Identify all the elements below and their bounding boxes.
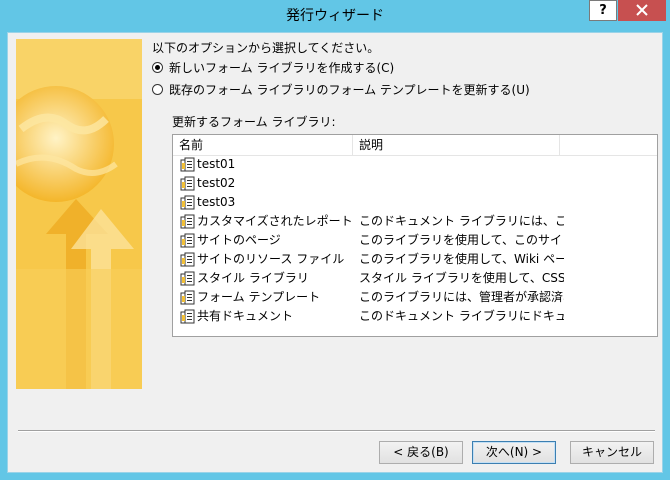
option-update-existing-label: 既存のフォーム ライブラリのフォーム テンプレートを更新する(U): [169, 82, 530, 97]
row-description: このドキュメント ライブラリにドキュメントを...: [359, 309, 564, 323]
row-name: サイトのリソース ファイル: [197, 252, 345, 266]
table-row[interactable]: test03: [173, 193, 657, 212]
row-name: test02: [197, 176, 236, 190]
back-button[interactable]: < 戻る(B): [379, 441, 463, 464]
column-empty-header: [560, 135, 657, 155]
list-label: 更新するフォーム ライブラリ:: [172, 115, 336, 129]
option-update-existing[interactable]: 既存のフォーム ライブラリのフォーム テンプレートを更新する(U): [152, 80, 530, 98]
close-icon: [636, 4, 648, 16]
row-name: サイトのページ: [197, 233, 281, 247]
row-description: このライブラリには、管理者が承認済み...: [359, 290, 564, 304]
row-name: test01: [197, 157, 236, 171]
row-description: このドキュメント ライブラリには、このサイ...: [359, 214, 564, 228]
row-description: [359, 155, 564, 174]
document-library-icon: [180, 271, 196, 287]
form-library-list[interactable]: 名前 説明 test01 test02 test03 カスタマイズされたレポート このド…: [172, 134, 658, 337]
row-name: 共有ドキュメント: [197, 309, 294, 323]
row-description: このライブラリを使用して、Wiki ページ...: [359, 252, 564, 266]
row-name: test03: [197, 195, 236, 209]
radio-unselected-icon[interactable]: [152, 83, 163, 95]
table-row[interactable]: カスタマイズされたレポートこのドキュメント ライブラリには、このサイ...: [173, 212, 657, 231]
wizard-banner-illustration: [16, 39, 142, 389]
table-row[interactable]: test02: [173, 174, 657, 193]
option-create-new[interactable]: 新しいフォーム ライブラリを作成する(C): [152, 58, 394, 76]
document-library-icon: [180, 309, 196, 325]
table-row[interactable]: スタイル ライブラリ スタイル ライブラリを使用して、CSS ファ...: [173, 269, 657, 288]
next-button[interactable]: 次へ(N) >: [472, 441, 556, 464]
window-title: 発行ウィザード: [286, 8, 384, 24]
close-button[interactable]: [618, 0, 666, 21]
table-row[interactable]: フォーム テンプレート このライブラリには、管理者が承認済み...: [173, 288, 657, 307]
cancel-button[interactable]: キャンセル: [570, 441, 654, 464]
title-bar: 発行ウィザード ?: [0, 0, 670, 32]
document-library-icon: [180, 214, 196, 230]
table-row[interactable]: test01: [173, 155, 657, 174]
wizard-body: 以下のオプションから選択してください。 新しいフォーム ライブラリを作成する(C…: [7, 32, 663, 473]
table-row[interactable]: 共有ドキュメント このドキュメント ライブラリにドキュメントを...: [173, 307, 657, 326]
document-library-icon: [180, 290, 196, 306]
row-description: スタイル ライブラリを使用して、CSS ファ...: [359, 271, 564, 285]
list-header: 名前 説明: [173, 135, 657, 156]
document-library-icon: [180, 176, 196, 192]
row-description: [359, 174, 564, 193]
row-name: カスタマイズされたレポート: [197, 214, 353, 228]
table-row[interactable]: サイトのページ このライブラリを使用して、このサイトでペ...: [173, 231, 657, 250]
document-library-icon: [180, 157, 196, 173]
row-description: [359, 193, 564, 212]
row-name: スタイル ライブラリ: [197, 271, 309, 285]
option-create-new-label: 新しいフォーム ライブラリを作成する(C): [169, 60, 395, 75]
document-library-icon: [180, 233, 196, 249]
column-description-header[interactable]: 説明: [353, 135, 560, 155]
row-description: このライブラリを使用して、このサイトでペ...: [359, 233, 564, 247]
radio-selected-icon[interactable]: [152, 61, 163, 73]
button-separator: [18, 430, 655, 432]
row-name: フォーム テンプレート: [197, 290, 321, 304]
column-name-header[interactable]: 名前: [173, 135, 353, 155]
instruction-text: 以下のオプションから選択してください。: [152, 41, 380, 55]
document-library-icon: [180, 195, 196, 211]
table-row[interactable]: サイトのリソース ファイルこのライブラリを使用して、Wiki ページ...: [173, 250, 657, 269]
document-library-icon: [180, 252, 196, 268]
help-button[interactable]: ?: [589, 0, 617, 21]
